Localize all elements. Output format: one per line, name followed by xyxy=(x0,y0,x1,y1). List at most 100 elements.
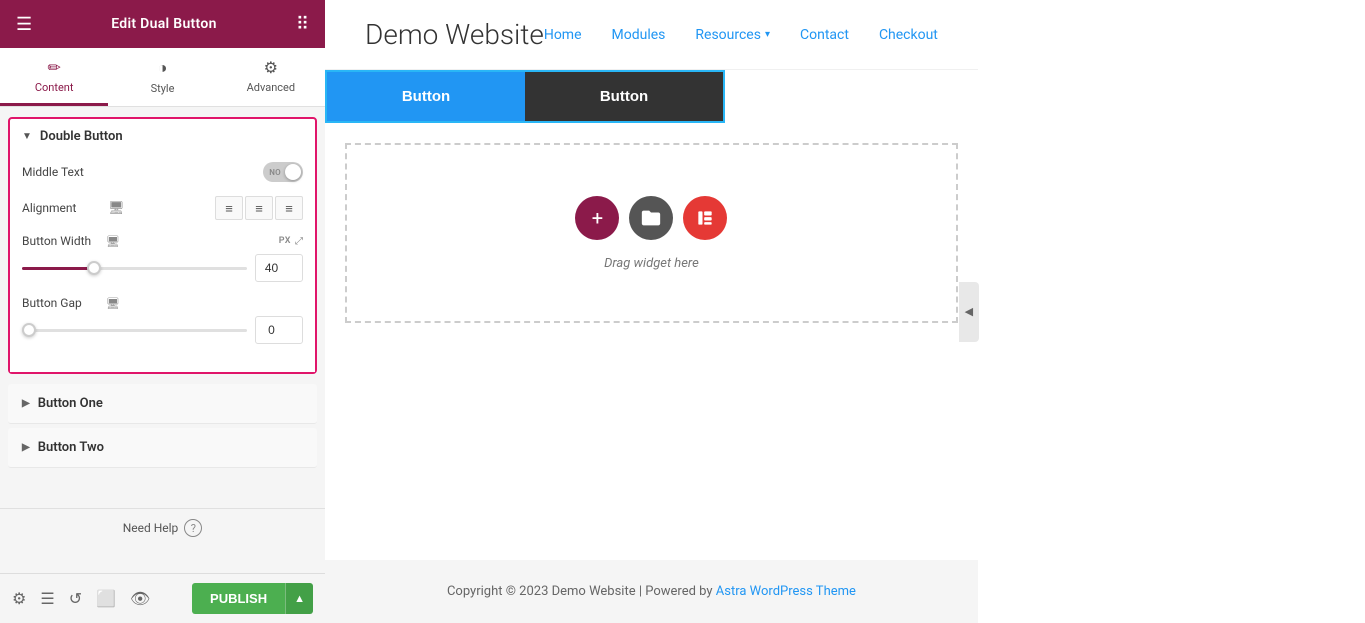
tab-content-label: Content xyxy=(35,81,74,94)
button-one-section: ▶ Button One xyxy=(8,384,317,424)
nav-links: Home Modules Resources ▾ Contact Checkou… xyxy=(544,27,938,43)
button-width-slider-row xyxy=(22,254,303,282)
publish-group: PUBLISH ▲ xyxy=(192,583,313,614)
tab-content[interactable]: ✏ Content xyxy=(0,48,108,106)
collapse-arrow-icon: ▼ xyxy=(22,131,32,142)
responsive-icon[interactable]: ⬜ xyxy=(96,589,116,608)
align-left-button[interactable]: ≡ xyxy=(215,196,243,220)
button-gap-label: Button Gap xyxy=(22,296,102,310)
site-logo: Demo Website xyxy=(365,18,544,51)
double-button-section: ▼ Double Button Middle Text NO xyxy=(8,117,317,374)
slider-track xyxy=(22,267,247,270)
button-gap-row: Button Gap 🖥 xyxy=(22,296,303,310)
middle-text-label: Middle Text xyxy=(22,165,102,179)
align-center-button[interactable]: ≡ xyxy=(245,196,273,220)
bottom-toolbar: ⚙ ☰ ↺ ⬜ 👁 PUBLISH ▲ xyxy=(0,573,325,623)
tab-style-label: Style xyxy=(151,82,175,95)
elementor-icon xyxy=(695,208,715,228)
footer-text: Copyright © 2023 Demo Website | Powered … xyxy=(447,584,716,599)
drag-widget-area[interactable]: + xyxy=(345,143,958,323)
site-preview: Demo Website Home Modules Resources ▾ Co… xyxy=(325,0,978,623)
site-footer: Copyright © 2023 Demo Website | Powered … xyxy=(325,560,978,623)
elementor-button[interactable] xyxy=(683,196,727,240)
toggle-knob xyxy=(285,164,301,180)
nav-resources-chevron: ▾ xyxy=(765,29,770,40)
button-width-label: Button Width xyxy=(22,234,102,248)
gap-slider-track xyxy=(22,329,247,332)
double-button-header[interactable]: ▼ Double Button xyxy=(10,119,315,154)
need-help-footer: Need Help ? xyxy=(0,508,325,547)
button-gap-slider[interactable] xyxy=(22,320,247,340)
help-icon[interactable]: ? xyxy=(184,519,202,537)
nav-home[interactable]: Home xyxy=(544,27,582,43)
middle-text-toggle[interactable]: NO xyxy=(263,162,303,182)
add-widget-button[interactable]: + xyxy=(575,196,619,240)
nav-modules[interactable]: Modules xyxy=(612,27,666,43)
button-two-header[interactable]: ▶ Button Two xyxy=(8,428,317,467)
dual-button-wrapper: Button Button xyxy=(325,70,978,123)
site-nav: Demo Website Home Modules Resources ▾ Co… xyxy=(325,0,978,70)
alignment-responsive-icon: 🖥 xyxy=(108,201,125,216)
settings-icon[interactable]: ⚙ xyxy=(12,589,26,608)
need-help-text: Need Help xyxy=(123,521,179,535)
publish-dropdown-button[interactable]: ▲ xyxy=(285,583,313,614)
button-gap-input[interactable] xyxy=(255,316,303,344)
button-width-input[interactable] xyxy=(255,254,303,282)
advanced-tab-icon: ⚙ xyxy=(264,58,278,77)
tabs-row: ✏ Content ◑ Style ⚙ Advanced xyxy=(0,48,325,107)
button-one-arrow: ▶ xyxy=(22,398,30,409)
middle-text-row: Middle Text NO xyxy=(22,162,303,182)
folder-icon xyxy=(640,207,662,229)
widget-area: Button Button + xyxy=(325,70,978,343)
button-two-label: Button Two xyxy=(38,440,104,455)
tab-advanced-label: Advanced xyxy=(247,81,295,94)
grid-icon[interactable]: ⠿ xyxy=(296,14,309,35)
nav-resources-label: Resources xyxy=(695,27,761,43)
content-tab-icon: ✏ xyxy=(47,58,60,77)
main-content: Demo Website Home Modules Resources ▾ Co… xyxy=(325,0,978,623)
button-gap-slider-row xyxy=(22,316,303,344)
footer-link[interactable]: Astra WordPress Theme xyxy=(716,584,856,599)
drag-text: Drag widget here xyxy=(604,256,699,271)
left-panel: ☰ Edit Dual Button ⠿ ✏ Content ◑ Style ⚙… xyxy=(0,0,325,623)
publish-button[interactable]: PUBLISH xyxy=(192,583,285,614)
button-two-section: ▶ Button Two xyxy=(8,428,317,468)
layers-icon[interactable]: ☰ xyxy=(40,589,54,608)
tab-advanced[interactable]: ⚙ Advanced xyxy=(217,48,325,106)
button-one-header[interactable]: ▶ Button One xyxy=(8,384,317,423)
alignment-buttons: ≡ ≡ ≡ xyxy=(215,196,303,220)
button-one[interactable]: Button xyxy=(327,72,525,121)
gap-slider-thumb[interactable] xyxy=(22,323,36,337)
folder-button[interactable] xyxy=(629,196,673,240)
width-unit-badge: PX xyxy=(279,236,291,246)
dual-buttons: Button Button xyxy=(325,70,725,123)
middle-text-toggle-wrapper: NO xyxy=(263,162,303,182)
preview-icon[interactable]: 👁 xyxy=(130,589,150,608)
button-width-slider[interactable] xyxy=(22,258,247,278)
nav-resources[interactable]: Resources ▾ xyxy=(695,27,770,43)
toggle-no-label: NO xyxy=(269,168,281,177)
alignment-label: Alignment xyxy=(22,201,102,215)
nav-contact[interactable]: Contact xyxy=(800,27,849,43)
history-icon[interactable]: ↺ xyxy=(69,589,82,608)
double-button-body: Middle Text NO Alignment 🖥 xyxy=(10,154,315,372)
style-tab-icon: ◑ xyxy=(158,58,168,78)
tab-style[interactable]: ◑ Style xyxy=(108,48,216,106)
width-responsive-icon: 🖥 xyxy=(106,235,120,248)
nav-checkout[interactable]: Checkout xyxy=(879,27,938,43)
slider-fill xyxy=(22,267,94,270)
panel-collapse-handle[interactable]: ◀ xyxy=(959,282,979,342)
button-width-row: Button Width 🖥 PX ⤢ xyxy=(22,234,303,248)
gap-responsive-icon: 🖥 xyxy=(106,297,120,310)
panel-content: ▼ Double Button Middle Text NO xyxy=(0,107,325,573)
width-unit-icon: ⤢ xyxy=(295,236,303,247)
button-two-arrow: ▶ xyxy=(22,442,30,453)
button-one-label: Button One xyxy=(38,396,103,411)
alignment-row: Alignment 🖥 ≡ ≡ ≡ xyxy=(22,196,303,220)
slider-thumb[interactable] xyxy=(87,261,101,275)
align-right-button[interactable]: ≡ xyxy=(275,196,303,220)
panel-title: Edit Dual Button xyxy=(111,16,217,32)
double-button-label: Double Button xyxy=(40,129,123,144)
button-two[interactable]: Button xyxy=(525,72,723,121)
hamburger-icon[interactable]: ☰ xyxy=(16,14,32,35)
